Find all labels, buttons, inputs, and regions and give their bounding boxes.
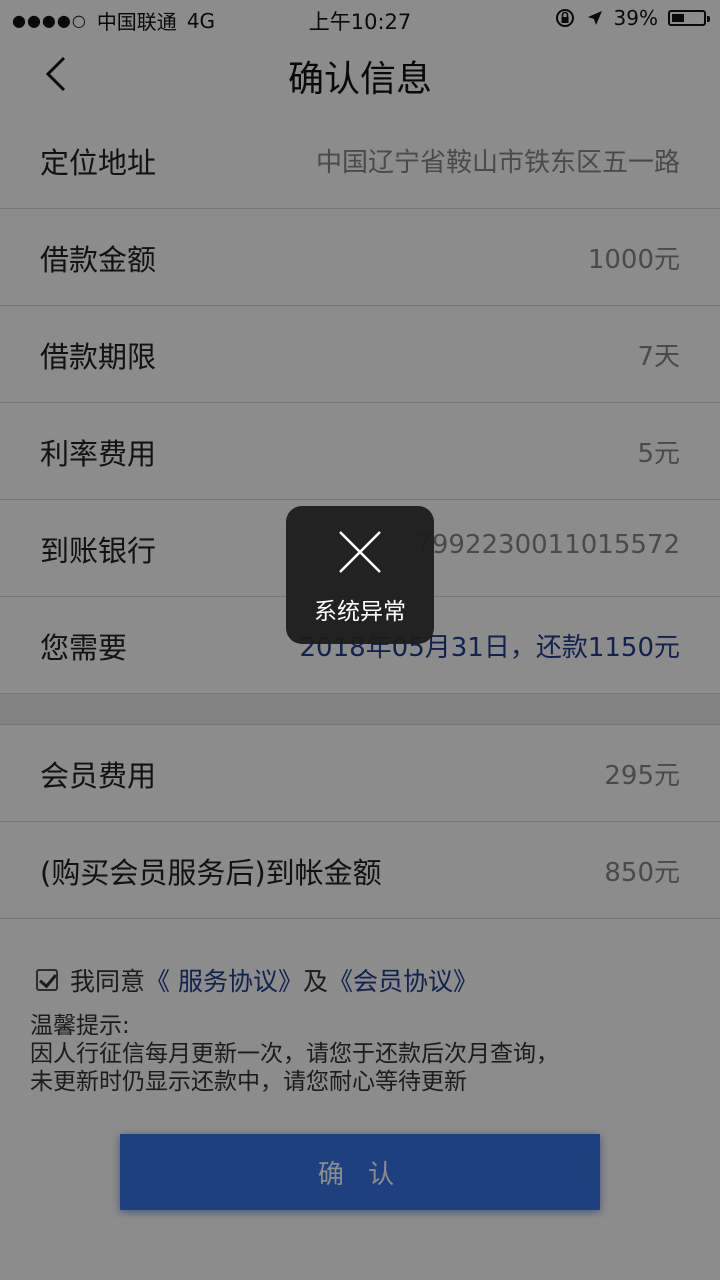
- toast-message: 系统异常: [314, 599, 406, 625]
- error-toast: 系统异常: [286, 506, 434, 644]
- close-icon: [339, 531, 381, 573]
